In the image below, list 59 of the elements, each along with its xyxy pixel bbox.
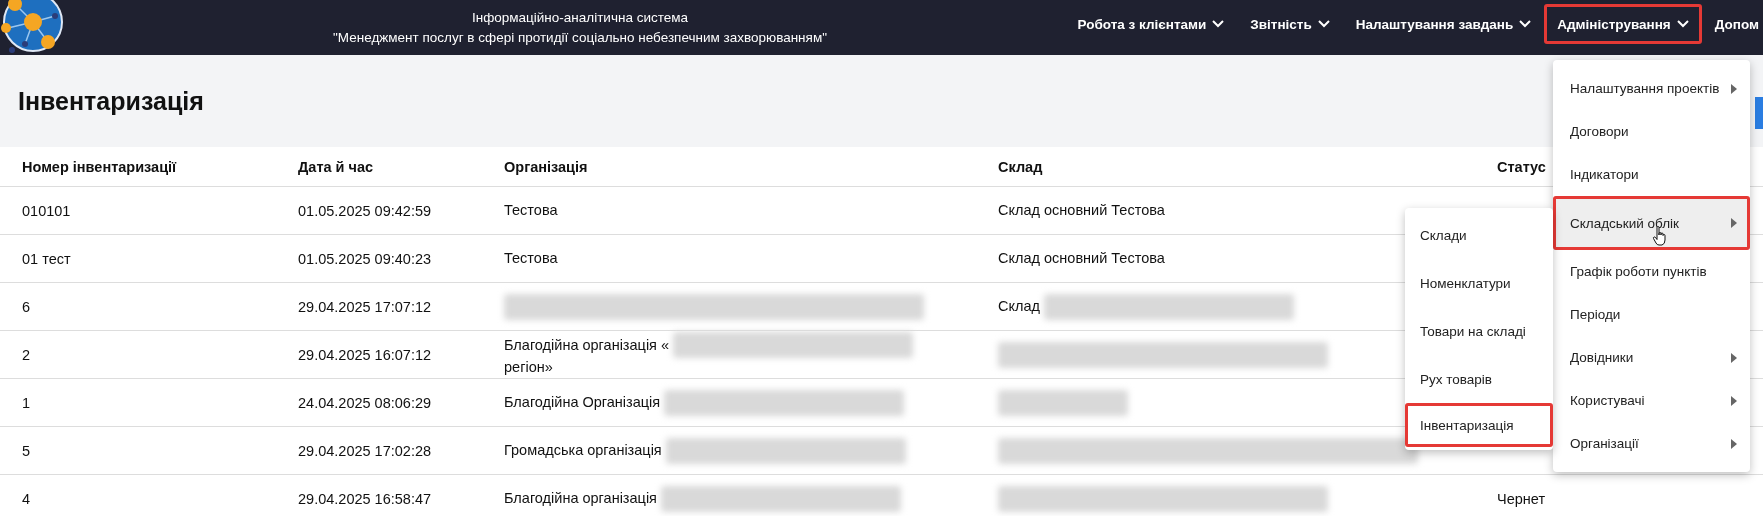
column-header[interactable]: Статус (1497, 158, 1546, 175)
table-cell: 24.04.2025 08:06:29 (298, 394, 432, 411)
table-cell: Тестова (504, 201, 558, 220)
chevron-down-icon (1317, 20, 1330, 28)
system-title: Інформаційно-аналітична система (471, 8, 688, 27)
menu-item[interactable]: Договори (1553, 110, 1750, 153)
table-cell: Склад (998, 297, 1040, 316)
network-logo-icon (0, 0, 66, 54)
menu-item[interactable]: Налаштування проектів (1553, 67, 1750, 110)
table-cell: Громадська організація (504, 441, 662, 460)
table-cell: 6 (22, 298, 31, 315)
table-cell: 4 (22, 490, 31, 507)
table-cell: Склад основний Тестова (998, 249, 1165, 268)
nav-menu-item[interactable]: Адміністрування (1544, 4, 1702, 44)
menu-item[interactable]: Товари на складі (1405, 307, 1553, 355)
button-edge[interactable] (1755, 97, 1763, 129)
table-cell: 01 тест (22, 250, 71, 267)
column-header[interactable]: Організація (504, 158, 588, 175)
table-cell: Тестова (504, 249, 558, 268)
table-cell: 01.05.2025 09:42:59 (298, 202, 432, 219)
chevron-down-icon (1519, 20, 1532, 28)
chevron-down-icon (1676, 20, 1689, 28)
table-cell: Благодійна Організація (504, 393, 661, 412)
table-cell: 29.04.2025 17:02:28 (298, 442, 432, 459)
table-cell: Благодійна організація « (504, 335, 670, 355)
hand-cursor-icon (1652, 226, 1668, 246)
menu-item[interactable]: Графік роботи пунктів (1553, 250, 1750, 293)
nav-menu-item[interactable]: Звітність (1237, 4, 1343, 44)
table-cell: 1 (22, 394, 31, 411)
table-cell: Чернет (1497, 490, 1546, 507)
menu-item[interactable]: Організації (1553, 422, 1750, 465)
column-header[interactable]: Склад (998, 158, 1043, 175)
nav-menu-item[interactable]: Робота з клієнтами (1064, 4, 1238, 44)
menu-item[interactable]: Довідники (1553, 336, 1750, 379)
system-subtitle: "Менеджмент послуг в сфері протидії соціально небезпечним захворюванням" (333, 28, 827, 47)
column-header[interactable]: Дата й час (298, 158, 374, 175)
table-cell: 2 (22, 346, 31, 363)
table-cell: Благодійна організація (504, 489, 657, 508)
table-cell: Склад основний Тестова (998, 201, 1165, 220)
table-cell: 010101 (22, 202, 71, 219)
table-cell: 29.04.2025 17:07:12 (298, 298, 432, 315)
menu-item[interactable]: Номенклатури (1405, 259, 1553, 307)
menu-item[interactable]: Складський облік (1553, 196, 1750, 250)
nav-menu-item[interactable]: Налаштування завдань (1342, 4, 1545, 44)
table-cell: 01.05.2025 09:40:23 (298, 250, 432, 267)
page-title: Інвентаризація (18, 86, 204, 116)
chevron-down-icon (1212, 20, 1225, 28)
menu-item[interactable]: Рух товарів (1405, 355, 1553, 403)
table-cell: регіон» (504, 358, 553, 377)
table-cell: 29.04.2025 16:58:47 (298, 490, 432, 507)
table-cell: 29.04.2025 16:07:12 (298, 346, 432, 363)
column-header[interactable]: Номер інвентаризації (22, 158, 177, 175)
menu-item[interactable]: Інвентаризація (1405, 403, 1553, 447)
menu-item[interactable]: Користувачі (1553, 379, 1750, 422)
menu-item[interactable]: Склади (1405, 211, 1553, 259)
menu-item[interactable]: Періоди (1553, 293, 1750, 336)
table-cell: 5 (22, 442, 31, 459)
menu-item[interactable]: Індикатори (1553, 153, 1750, 196)
nav-menu-item[interactable]: Допом (1701, 4, 1763, 44)
